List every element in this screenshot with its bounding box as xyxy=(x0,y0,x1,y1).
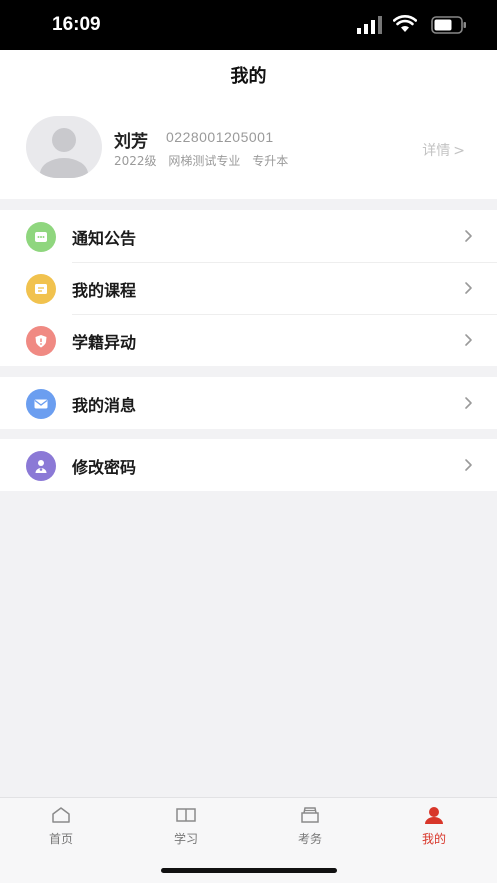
menu-item-label: 通知公告 xyxy=(72,229,137,248)
profile-student-id: 0228001205001 xyxy=(166,129,274,145)
tab-study-label: 学习 xyxy=(173,832,198,846)
book-icon xyxy=(176,808,196,822)
course-icon xyxy=(26,274,56,304)
chevron-right-icon xyxy=(465,230,472,242)
profile-card[interactable]: 刘芳 0228001205001 2022级 网梯测试专业 专升本 详情 > xyxy=(0,98,497,199)
nav-bar: 我的 xyxy=(0,50,497,98)
tab-study[interactable]: 学习 xyxy=(156,806,216,847)
menu-item-status-change[interactable]: 学籍异动 xyxy=(0,314,497,366)
menu-item-label: 学籍异动 xyxy=(72,333,137,352)
password-icon xyxy=(26,451,56,481)
menu-item-course[interactable]: 我的课程 xyxy=(0,262,497,314)
message-icon xyxy=(26,389,56,419)
chevron-right-icon: > xyxy=(453,143,465,159)
menu-item-label: 我的消息 xyxy=(72,396,137,415)
chevron-right-icon xyxy=(465,334,472,346)
chevron-right-icon xyxy=(465,459,472,471)
avatar xyxy=(26,116,102,178)
tab-mine-label: 我的 xyxy=(421,832,446,846)
menu-item-label: 我的课程 xyxy=(72,281,137,300)
tab-mine[interactable]: 我的 xyxy=(404,806,464,847)
menu-item-password[interactable]: 修改密码 xyxy=(0,439,497,491)
menu-item-notice[interactable]: 通知公告 xyxy=(0,210,497,262)
menu-item-message[interactable]: 我的消息 xyxy=(0,377,497,429)
profile-name: 刘芳 xyxy=(114,132,148,152)
tab-exam[interactable]: 考务 xyxy=(280,806,340,847)
profile-icon xyxy=(425,807,443,824)
profile-grade: 2022级 xyxy=(114,154,157,168)
menu-group-account: 修改密码 xyxy=(0,439,497,491)
page-title: 我的 xyxy=(230,66,267,87)
menu-group-messages: 我的消息 xyxy=(0,377,497,429)
profile-meta: 2022级 网梯测试专业 专升本 xyxy=(114,152,296,169)
profile-major: 网梯测试专业 xyxy=(168,154,241,168)
status-time: 16:09 xyxy=(52,14,101,35)
chevron-right-icon xyxy=(465,282,472,294)
tab-home-label: 首页 xyxy=(48,832,73,846)
home-indicator xyxy=(161,868,337,873)
avatar-placeholder-icon xyxy=(40,128,88,178)
profile-level: 专升本 xyxy=(252,154,289,168)
menu-group-school: 通知公告我的课程学籍异动 xyxy=(0,210,497,366)
notice-icon xyxy=(26,222,56,252)
status-change-icon xyxy=(26,326,56,356)
home-icon xyxy=(52,807,70,823)
battery-icon xyxy=(431,16,466,34)
status-bar: 16:09 xyxy=(0,0,497,50)
menu-item-label: 修改密码 xyxy=(72,458,137,477)
details-link[interactable]: 详情 > xyxy=(422,140,465,160)
chevron-right-icon xyxy=(465,397,472,409)
tab-exam-label: 考务 xyxy=(297,832,322,846)
details-label: 详情 xyxy=(422,143,451,159)
tab-home[interactable]: 首页 xyxy=(31,806,91,847)
exam-icon xyxy=(301,807,319,823)
signal-icon xyxy=(357,16,382,34)
wifi-icon xyxy=(393,15,417,32)
